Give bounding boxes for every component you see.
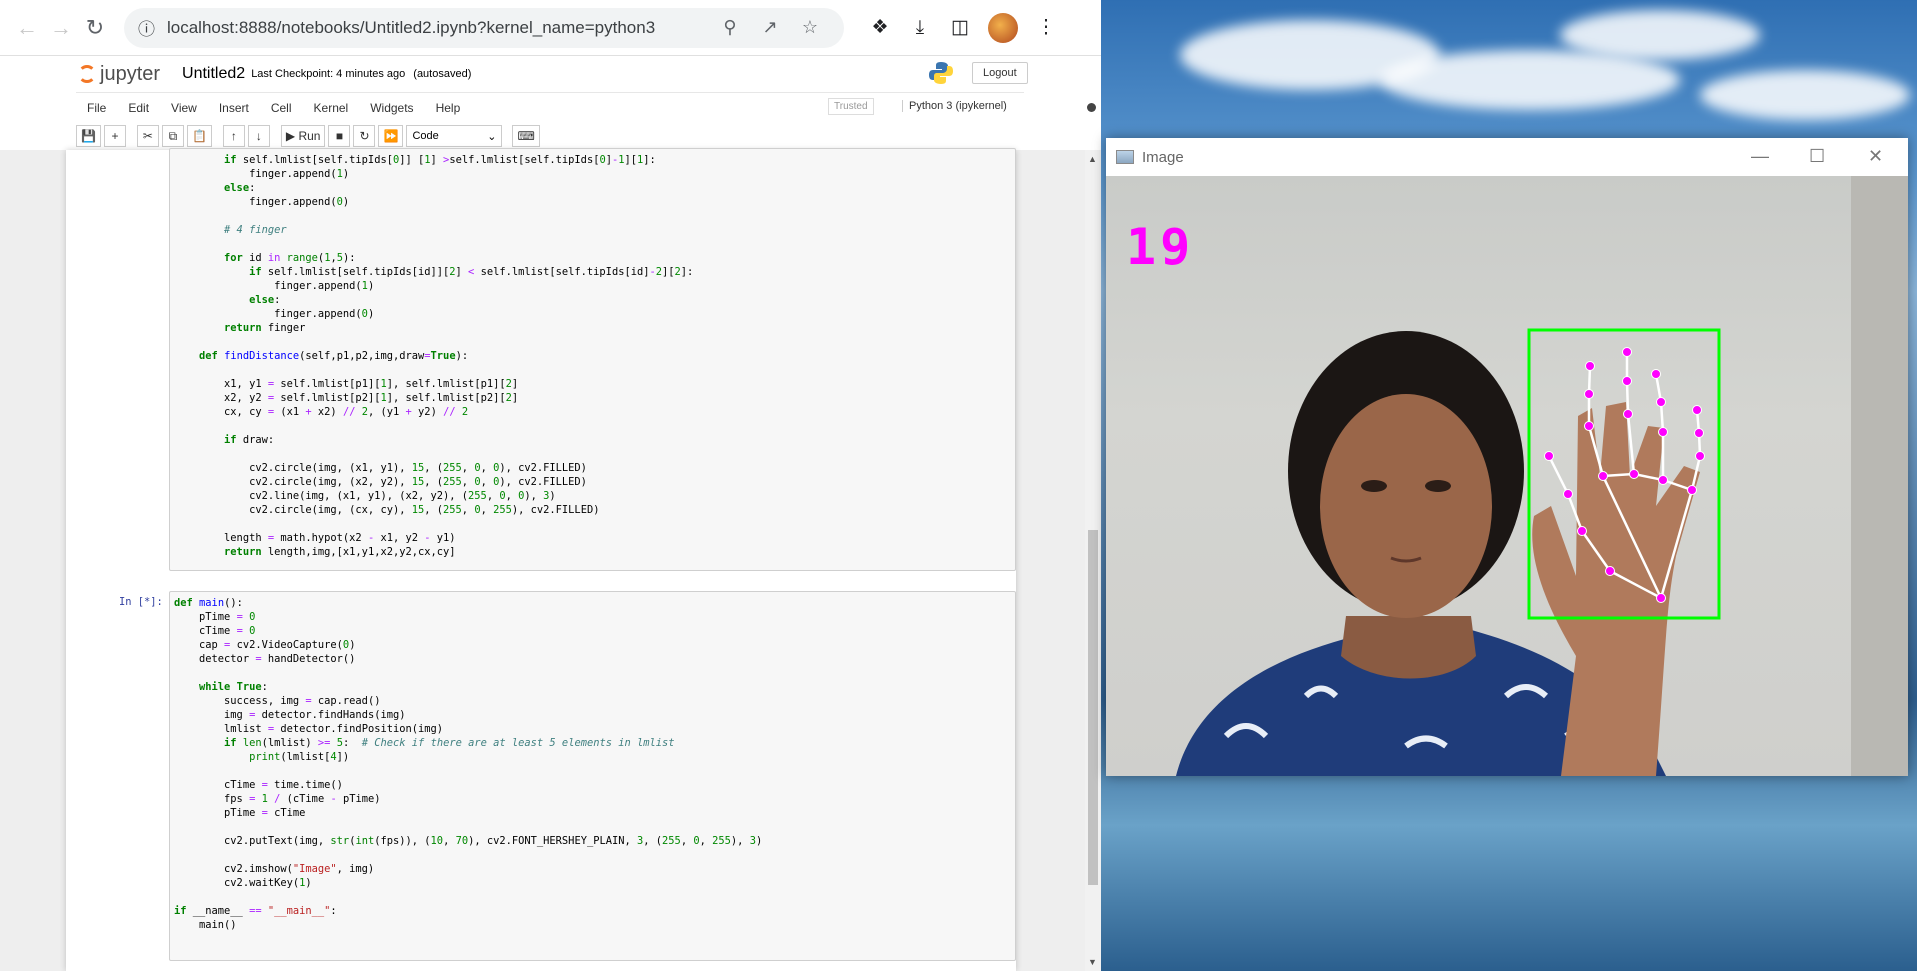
menu-file[interactable]: File [76,101,117,115]
notebook-menubar: File Edit View Insert Cell Kernel Widget… [76,92,1096,122]
copy-icon[interactable]: ⧉ [161,125,184,147]
insert-cell-icon[interactable]: + [103,125,126,147]
address-bar[interactable]: ⓘ localhost:8888/notebooks/Untitled2.ipy… [124,7,844,48]
scroll-down-icon[interactable]: ▼ [1088,957,1097,967]
wall-edge [1851,176,1908,776]
webcam-frame: 19 [1106,176,1908,776]
maximize-icon[interactable]: ☐ [1809,146,1825,167]
restart-icon[interactable]: ↻ [353,125,376,147]
browser-window: ← → ↻ ⓘ localhost:8888/notebooks/Untitle… [0,0,1101,971]
menu-view[interactable]: View [160,101,208,115]
paste-icon[interactable]: 📋 [186,125,212,147]
move-down-icon[interactable]: ↓ [247,125,270,147]
image-window: Image — ☐ ✕ 19 [1106,138,1908,776]
close-icon[interactable]: ✕ [1868,146,1883,167]
move-up-icon[interactable]: ↑ [222,125,245,147]
info-icon[interactable]: ⓘ [138,15,155,40]
cell-2-code[interactable]: def main(): pTime = 0 cTime = 0 cap = cv… [170,592,1015,936]
cloud [1560,10,1760,60]
cut-icon[interactable]: ✂ [136,125,159,147]
run-button[interactable]: ▶ Run [280,125,326,147]
code-cell[interactable]: if self.lmlist[self.tipIds[0]] [1] >self… [169,148,1016,571]
minimize-icon[interactable]: — [1751,146,1769,167]
python-logo-icon [929,62,953,84]
cell-prompt: In [*]: [119,596,163,608]
notebook-page: if self.lmlist[self.tipIds[0]] [1] >self… [66,148,1016,971]
scroll-thumb[interactable] [1088,530,1098,885]
menu-kebab-icon[interactable]: ⋮ [1026,16,1066,39]
menu-edit[interactable]: Edit [117,101,160,115]
zoom-icon[interactable]: ⚲ [710,17,750,38]
menu-widgets[interactable]: Widgets [359,101,424,115]
autosave-status: (autosaved) [413,68,472,80]
download-icon[interactable]: ⤓ [900,17,940,39]
extensions-icon[interactable]: ❖ [860,16,900,39]
window-app-icon [1116,150,1134,164]
chevron-down-icon: ⌄ [487,130,497,143]
jupyter-logo-icon [78,65,96,83]
jupyter-logo-text: jupyter [100,62,161,85]
menu-help[interactable]: Help [425,101,472,115]
notebook-area: if self.lmlist[self.tipIds[0]] [1] >self… [0,148,1101,971]
bookmark-star-icon[interactable]: ☆ [790,17,830,38]
jupyter-logo[interactable]: jupyter [78,63,160,86]
reload-icon[interactable]: ↻ [78,11,112,45]
menu-insert[interactable]: Insert [208,101,260,115]
interrupt-icon[interactable]: ■ [328,125,351,147]
checkpoint-status: Last Checkpoint: 4 minutes ago [251,68,406,80]
profile-avatar[interactable] [988,12,1018,43]
logout-button[interactable]: Logout [972,62,1028,84]
code-cell[interactable]: def main(): pTime = 0 cTime = 0 cap = cv… [169,591,1016,961]
notebook-toolbar: 💾 + ✂ ⧉ 📋 ↑ ↓ ▶ Run ■ ↻ ⏩ Code ⌄ ⌨ [76,122,1024,150]
kernel-name[interactable]: Python 3 (ipykernel) [902,100,1007,112]
person-eye-right [1425,480,1451,492]
jupyter-header: jupyter Untitled2 Last Checkpoint: 4 min… [0,56,1101,92]
command-palette-icon[interactable]: ⌨ [512,125,540,147]
run-label: Run [298,129,321,143]
restart-run-all-icon[interactable]: ⏩ [378,125,404,147]
cell-type-select[interactable]: Code ⌄ [406,125,503,147]
kernel-busy-indicator [1087,103,1096,112]
browser-toolbar: ← → ↻ ⓘ localhost:8888/notebooks/Untitle… [0,0,1101,56]
side-panel-icon[interactable]: ◫ [940,16,980,39]
cloud [1700,70,1910,120]
forward-icon[interactable]: → [44,11,78,45]
image-window-title: Image [1142,148,1184,166]
person-eye-left [1361,480,1387,492]
image-window-titlebar[interactable]: Image — ☐ ✕ [1106,138,1908,176]
back-icon[interactable]: ← [10,11,44,45]
cell-1-code[interactable]: if self.lmlist[self.tipIds[0]] [1] >self… [170,149,1015,563]
webcam-scene [1176,176,1908,776]
notebook-name[interactable]: Untitled2 [182,65,245,83]
trusted-indicator[interactable]: Trusted [828,98,874,115]
notebook-scrollbar[interactable]: ▲ ▼ [1085,150,1101,971]
menu-cell[interactable]: Cell [260,101,303,115]
fps-counter: 19 [1126,218,1195,276]
cell-type-value: Code [412,130,439,142]
scroll-up-icon[interactable]: ▲ [1088,154,1097,164]
person-face [1320,394,1492,618]
share-icon[interactable]: ↗ [750,17,790,38]
url-text[interactable]: localhost:8888/notebooks/Untitled2.ipynb… [167,18,710,38]
save-icon[interactable]: 💾 [76,125,101,147]
menu-kernel[interactable]: Kernel [303,101,360,115]
